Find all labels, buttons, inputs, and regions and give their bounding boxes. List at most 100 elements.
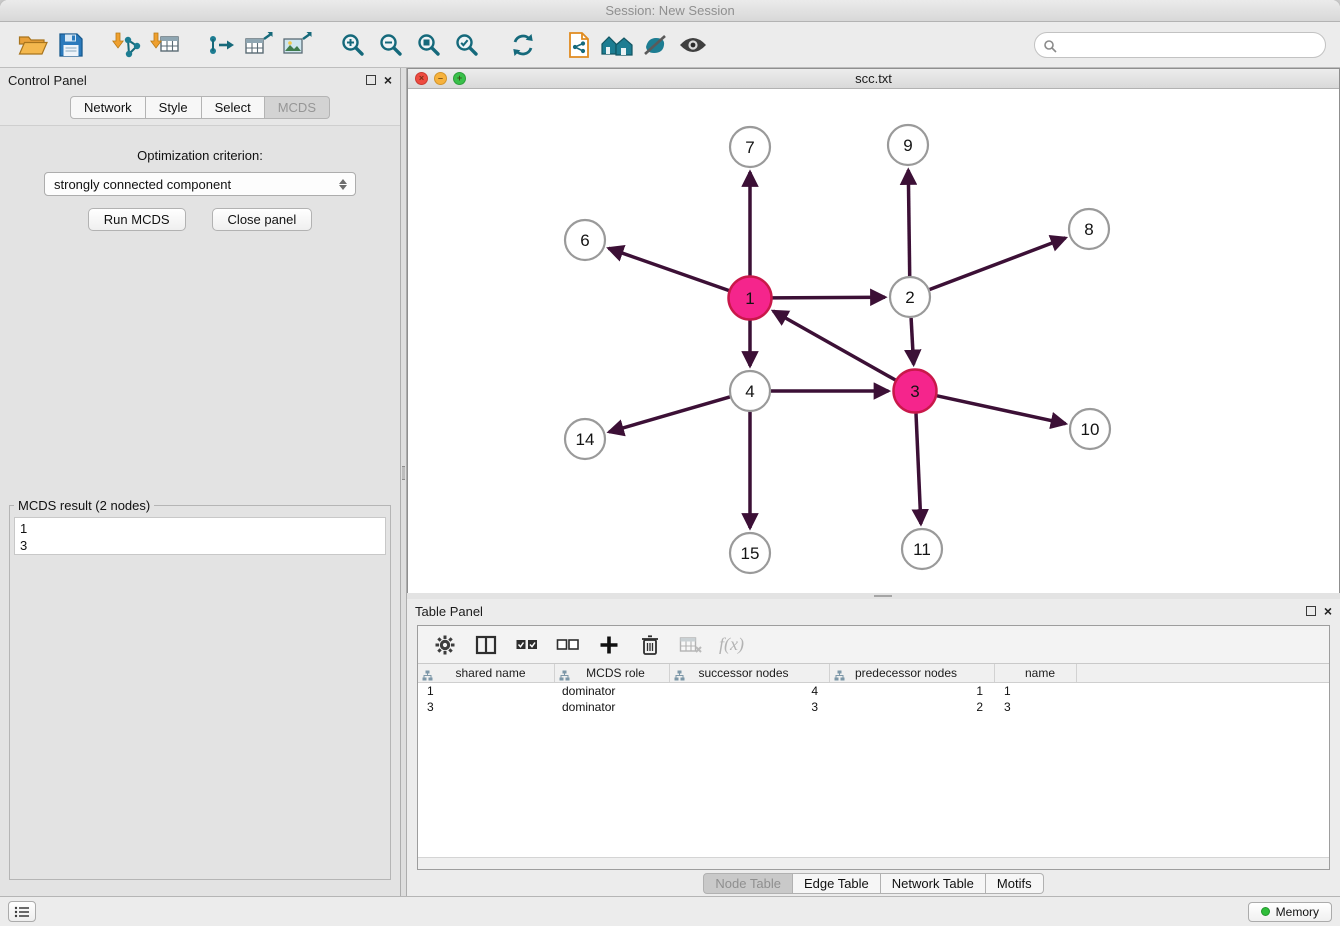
delete-column-button[interactable] (637, 632, 663, 658)
delete-table-button-disabled[interactable] (678, 632, 704, 658)
float-panel-icon[interactable] (366, 75, 376, 85)
cell-mcds-role[interactable]: dominator (555, 683, 670, 699)
network-canvas[interactable]: 7 9 6 8 1 2 4 3 14 10 15 11 (408, 89, 1339, 597)
tab-style[interactable]: Style (146, 96, 202, 119)
mcds-result-list[interactable]: 1 3 (14, 517, 386, 555)
open-session-button[interactable] (14, 26, 52, 64)
tab-network[interactable]: Network (70, 96, 146, 119)
clone-network-button[interactable] (560, 26, 598, 64)
graph-node[interactable]: 2 (890, 277, 930, 317)
cell-name[interactable]: 3 (995, 699, 1077, 715)
graph-edge[interactable] (911, 318, 914, 365)
save-session-button[interactable] (52, 26, 90, 64)
column-type-icon (422, 668, 433, 686)
cell-shared-name[interactable]: 3 (418, 699, 555, 715)
apply-layout-button[interactable] (504, 26, 542, 64)
app-window: Session: New Session (0, 0, 1340, 926)
float-table-panel-icon[interactable] (1306, 606, 1316, 616)
graph-edge[interactable] (908, 170, 909, 276)
tab-select[interactable]: Select (202, 96, 265, 119)
plus-icon (599, 635, 619, 655)
vertical-splitter[interactable] (400, 68, 407, 896)
graph-edge[interactable] (937, 396, 1066, 424)
column-header-successor-nodes[interactable]: successor nodes (670, 664, 830, 682)
cell-predecessor-nodes[interactable]: 1 (830, 683, 995, 699)
show-columns-button[interactable] (473, 632, 499, 658)
cell-successor-nodes[interactable]: 4 (670, 683, 830, 699)
column-header-predecessor-nodes[interactable]: predecessor nodes (830, 664, 995, 682)
export-table-button[interactable] (240, 26, 278, 64)
network-graph[interactable]: 7 9 6 8 1 2 4 3 14 10 15 11 (408, 89, 1337, 592)
graph-node-selected[interactable]: 3 (894, 370, 937, 413)
search-input[interactable] (1034, 32, 1326, 58)
memory-button[interactable]: Memory (1248, 902, 1332, 922)
graph-edge[interactable] (609, 248, 729, 290)
add-column-button[interactable] (596, 632, 622, 658)
home-view-button[interactable] (598, 26, 636, 64)
select-all-button[interactable] (514, 632, 540, 658)
graph-node[interactable]: 11 (902, 529, 942, 569)
cell-shared-name[interactable]: 1 (418, 683, 555, 699)
export-network-button[interactable] (202, 26, 240, 64)
horizontal-scrollbar[interactable] (418, 857, 1329, 869)
zoom-out-icon (378, 32, 404, 58)
graphics-details-button[interactable] (636, 26, 674, 64)
maximize-network-icon[interactable]: + (453, 72, 466, 85)
result-item[interactable]: 3 (20, 537, 385, 554)
fx-function-button[interactable]: f(x) (719, 634, 744, 655)
graph-edge[interactable] (609, 397, 730, 432)
network-window-titlebar[interactable]: × – + scc.txt (408, 69, 1339, 89)
graph-edge[interactable] (773, 297, 886, 298)
cell-mcds-role[interactable]: dominator (555, 699, 670, 715)
graph-edge[interactable] (916, 414, 921, 525)
close-network-icon[interactable]: × (415, 72, 428, 85)
deselect-all-icon (556, 636, 580, 654)
import-table-button[interactable] (146, 26, 184, 64)
import-network-button[interactable] (108, 26, 146, 64)
tab-node-table[interactable]: Node Table (703, 873, 793, 894)
graph-node[interactable]: 4 (730, 371, 770, 411)
table-panel: Table Panel × (407, 599, 1340, 896)
tab-mcds[interactable]: MCDS (265, 96, 330, 119)
run-mcds-button[interactable]: Run MCDS (88, 208, 186, 231)
cell-name[interactable]: 1 (995, 683, 1077, 699)
cell-predecessor-nodes[interactable]: 2 (830, 699, 995, 715)
import-network-icon (112, 31, 142, 59)
graph-node[interactable]: 15 (730, 533, 770, 573)
graph-node-selected[interactable]: 1 (729, 277, 772, 320)
graph-node[interactable]: 10 (1070, 409, 1110, 449)
zoom-out-button[interactable] (372, 26, 410, 64)
export-image-button[interactable] (278, 26, 316, 64)
column-header-name[interactable]: name (995, 664, 1077, 682)
zoom-in-button[interactable] (334, 26, 372, 64)
close-panel-icon[interactable]: × (384, 75, 392, 85)
column-header-mcds-role[interactable]: MCDS role (555, 664, 670, 682)
show-hide-button[interactable] (674, 26, 712, 64)
deselect-all-button[interactable] (555, 632, 581, 658)
graph-node[interactable]: 7 (730, 127, 770, 167)
graph-node[interactable]: 8 (1069, 209, 1109, 249)
close-table-panel-icon[interactable]: × (1324, 606, 1332, 616)
tab-edge-table[interactable]: Edge Table (793, 873, 881, 894)
table-settings-button[interactable] (432, 632, 458, 658)
optimization-select[interactable]: strongly connected component (44, 172, 356, 196)
result-item[interactable]: 1 (20, 520, 385, 537)
graph-node[interactable]: 14 (565, 419, 605, 459)
column-header-shared-name[interactable]: shared name (418, 664, 555, 682)
cell-successor-nodes[interactable]: 3 (670, 699, 830, 715)
task-history-button[interactable] (8, 901, 36, 922)
horizontal-splitter[interactable] (407, 593, 1340, 599)
graph-node[interactable]: 9 (888, 125, 928, 165)
graph-edge[interactable] (773, 311, 895, 380)
tab-network-table[interactable]: Network Table (881, 873, 986, 894)
table-row[interactable]: 3 dominator 3 2 3 (418, 699, 1329, 715)
tab-motifs[interactable]: Motifs (986, 873, 1044, 894)
minimize-network-icon[interactable]: – (434, 72, 447, 85)
graph-node[interactable]: 6 (565, 220, 605, 260)
graph-edge[interactable] (930, 238, 1066, 290)
zoom-fit-button[interactable] (410, 26, 448, 64)
table-row[interactable]: 1 dominator 4 1 1 (418, 683, 1329, 699)
zoom-selected-button[interactable] (448, 26, 486, 64)
close-panel-button[interactable]: Close panel (212, 208, 313, 231)
window-titlebar[interactable]: Session: New Session (0, 0, 1340, 22)
